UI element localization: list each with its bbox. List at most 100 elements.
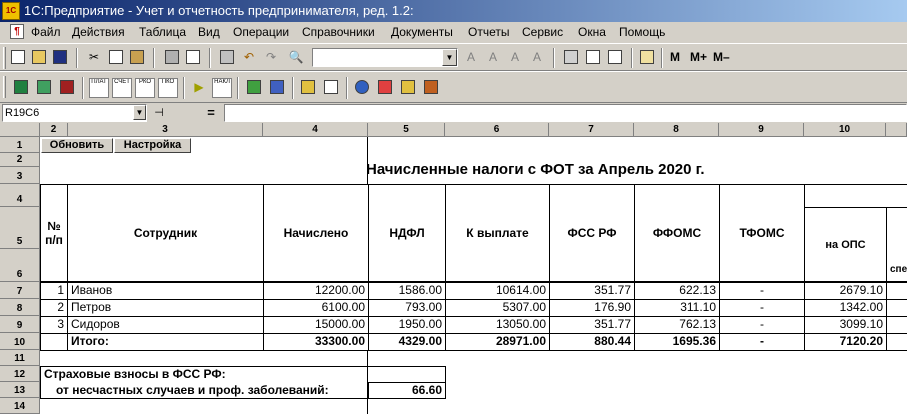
- cell-ndfl[interactable]: 1950.00: [368, 316, 446, 334]
- cell-ops[interactable]: 3099.10: [804, 316, 887, 334]
- memory-minus-button[interactable]: M–: [713, 50, 730, 64]
- cell-ops[interactable]: 2679.10: [804, 282, 887, 300]
- properties-icon[interactable]: [218, 48, 236, 66]
- menu-help[interactable]: Помощь: [619, 25, 665, 39]
- total-accrued[interactable]: 33300.00: [263, 333, 369, 351]
- cell-ops[interactable]: 1342.00: [804, 299, 887, 317]
- total-label[interactable]: Итого:: [67, 333, 264, 351]
- row-header[interactable]: 9: [0, 316, 40, 333]
- total-fss[interactable]: 880.44: [549, 333, 635, 351]
- column-header[interactable]: [886, 123, 907, 137]
- cell-num[interactable]: 1: [40, 282, 68, 300]
- calculator-icon[interactable]: [562, 48, 580, 66]
- cell-employee[interactable]: Петров: [67, 299, 264, 317]
- chart-icon[interactable]: [606, 48, 624, 66]
- row-header[interactable]: 7: [0, 282, 40, 299]
- search-combobox[interactable]: ▼: [312, 48, 458, 67]
- cell-cut[interactable]: [886, 299, 907, 317]
- formula-input[interactable]: [224, 104, 907, 122]
- cell-fss[interactable]: 176.90: [549, 299, 635, 317]
- memory-plus-button[interactable]: M+: [690, 50, 707, 64]
- payment-order-button[interactable]: ПЛАТ: [89, 78, 109, 98]
- document-icon[interactable]: ¶: [10, 24, 24, 39]
- folder-icon[interactable]: [399, 78, 417, 96]
- fss-section-value[interactable]: 66.60: [368, 382, 446, 399]
- globe-icon[interactable]: [353, 78, 371, 96]
- cash-out-button[interactable]: РКО: [135, 78, 155, 98]
- column-header[interactable]: 10: [804, 123, 886, 137]
- cell-tfoms[interactable]: -: [719, 282, 805, 300]
- total-num[interactable]: [40, 333, 68, 351]
- menu-documents[interactable]: Документы: [391, 25, 453, 39]
- menu-view[interactable]: Вид: [198, 25, 220, 39]
- row-header[interactable]: 2: [0, 153, 40, 167]
- menu-table[interactable]: Таблица: [139, 25, 186, 39]
- print-icon[interactable]: [163, 48, 181, 66]
- menu-windows[interactable]: Окна: [578, 25, 606, 39]
- total-cut[interactable]: [886, 333, 907, 351]
- total-ffoms[interactable]: 1695.36: [634, 333, 720, 351]
- column-header[interactable]: 5: [368, 123, 445, 137]
- operations-icon[interactable]: [58, 78, 76, 96]
- cell-to-pay[interactable]: 13050.00: [445, 316, 550, 334]
- row-header[interactable]: 8: [0, 299, 40, 316]
- column-header[interactable]: 4: [263, 123, 368, 137]
- row-header[interactable]: 1: [0, 137, 40, 153]
- pin-icon[interactable]: ⊣: [149, 105, 169, 121]
- replace-icon[interactable]: A: [506, 48, 524, 66]
- cell-ffoms[interactable]: 622.13: [634, 282, 720, 300]
- total-ops[interactable]: 7120.20: [804, 333, 887, 351]
- find-prev-icon[interactable]: A: [484, 48, 502, 66]
- redo-icon[interactable]: ↷: [262, 48, 280, 66]
- find-next-icon[interactable]: A: [462, 48, 480, 66]
- toolbar-grip[interactable]: [3, 47, 6, 69]
- menu-operations[interactable]: Операции: [233, 25, 289, 39]
- memory-button[interactable]: M: [670, 50, 680, 64]
- find-all-icon[interactable]: A: [528, 48, 546, 66]
- combobox-dropdown-icon[interactable]: ▼: [442, 49, 457, 66]
- cell-num[interactable]: 2: [40, 299, 68, 317]
- journal-icon[interactable]: [12, 78, 30, 96]
- books-icon[interactable]: [299, 78, 317, 96]
- cell-fss[interactable]: 351.77: [549, 316, 635, 334]
- cell-ndfl[interactable]: 1586.00: [368, 282, 446, 300]
- column-header[interactable]: 2: [40, 123, 68, 137]
- book-icon[interactable]: [638, 48, 656, 66]
- cell-accrued[interactable]: 15000.00: [263, 316, 369, 334]
- menu-file[interactable]: Файл: [31, 25, 61, 39]
- invoice-button[interactable]: СЧЕТ: [112, 78, 132, 98]
- cell-num[interactable]: 3: [40, 316, 68, 334]
- total-to-pay[interactable]: 28971.00: [445, 333, 550, 351]
- formula-equals-button[interactable]: =: [200, 104, 222, 122]
- waybill-button[interactable]: НАКЛ: [212, 78, 232, 98]
- cell-reference-dropdown-icon[interactable]: ▼: [133, 105, 146, 120]
- cut-icon[interactable]: ✂: [85, 48, 103, 66]
- total-ndfl[interactable]: 4329.00: [368, 333, 446, 351]
- row-header[interactable]: 4: [0, 184, 40, 207]
- next-arrow-icon[interactable]: ▶: [190, 78, 208, 96]
- row-header[interactable]: 10: [0, 333, 40, 350]
- cash-in-button[interactable]: ПКО: [158, 78, 178, 98]
- cell-to-pay[interactable]: 5307.00: [445, 299, 550, 317]
- report-sheet[interactable]: 2 3 4 5 6 7 8 9 10 1 2 3 4 5 6 7 8 9 10 …: [0, 123, 907, 414]
- colors-icon[interactable]: [376, 78, 394, 96]
- save-icon[interactable]: [51, 48, 69, 66]
- warehouse-icon[interactable]: [245, 78, 263, 96]
- cell-to-pay[interactable]: 10614.00: [445, 282, 550, 300]
- column-header[interactable]: 3: [68, 123, 263, 137]
- accounts-icon[interactable]: [35, 78, 53, 96]
- cell-tfoms[interactable]: -: [719, 299, 805, 317]
- undo-icon[interactable]: ↶: [240, 48, 258, 66]
- open-folder-icon[interactable]: [30, 48, 48, 66]
- cell-employee[interactable]: Сидоров: [67, 316, 264, 334]
- row-header[interactable]: 11: [0, 350, 40, 366]
- cell-accrued[interactable]: 6100.00: [263, 299, 369, 317]
- package-icon[interactable]: [422, 78, 440, 96]
- row-header[interactable]: 12: [0, 366, 40, 382]
- column-header[interactable]: 8: [634, 123, 719, 137]
- copy-icon[interactable]: [107, 48, 125, 66]
- employees-icon[interactable]: [268, 78, 286, 96]
- row-header[interactable]: 3: [0, 167, 40, 184]
- row-header[interactable]: 13: [0, 382, 40, 398]
- calendar-icon[interactable]: [584, 48, 602, 66]
